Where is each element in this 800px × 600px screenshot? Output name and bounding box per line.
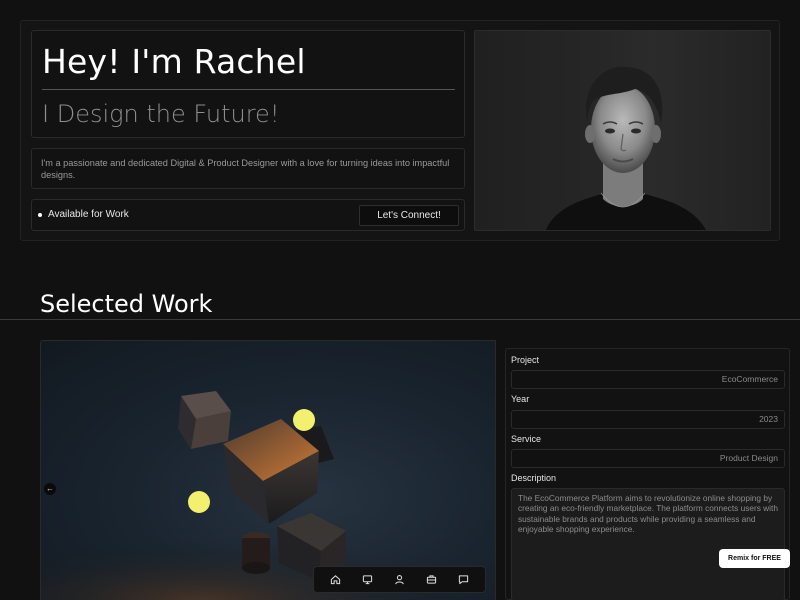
cubes-illustration xyxy=(41,391,495,600)
hero-bio: I'm a passionate and dedicated Digital &… xyxy=(41,158,450,180)
lets-connect-button[interactable]: Let's Connect! xyxy=(359,205,459,226)
service-field: Product Design xyxy=(511,449,785,468)
bottom-dock xyxy=(313,566,486,593)
remix-button[interactable]: Remix for FREE xyxy=(719,549,790,568)
chat-icon[interactable] xyxy=(455,572,471,588)
portrait-illustration xyxy=(546,66,706,230)
service-label: Service xyxy=(511,434,542,444)
home-icon[interactable] xyxy=(328,572,344,588)
section-divider xyxy=(0,319,800,320)
section-title: Selected Work xyxy=(40,290,213,318)
hero-name: Hey! I'm Rachel xyxy=(42,42,306,81)
briefcase-icon[interactable] xyxy=(423,572,439,588)
previous-arrow-button[interactable]: ← xyxy=(44,483,56,495)
hero-title-box: Hey! I'm Rachel I Design the Future! xyxy=(31,30,465,138)
portrait-photo xyxy=(474,30,771,231)
year-field: 2023 xyxy=(511,410,785,429)
desktop-icon[interactable] xyxy=(360,572,376,588)
year-label: Year xyxy=(511,394,530,404)
hero-bio-box: I'm a passionate and dedicated Digital &… xyxy=(31,148,465,189)
hero-tagline: I Design the Future! xyxy=(42,100,280,128)
status-dot xyxy=(38,213,42,217)
hero-divider xyxy=(42,89,455,90)
project-cover-image xyxy=(40,340,496,600)
availability-status: Available for Work xyxy=(48,209,129,220)
description-label: Description xyxy=(511,473,557,483)
status-bar: Available for Work Let's Connect! xyxy=(31,199,465,231)
hero-card: Hey! I'm Rachel I Design the Future! I'm… xyxy=(20,20,780,241)
project-label: Project xyxy=(511,355,540,365)
user-icon[interactable] xyxy=(391,572,407,588)
project-field: EcoCommerce xyxy=(511,370,785,389)
description-field: The EcoCommerce Platform aims to revolut… xyxy=(511,488,785,600)
